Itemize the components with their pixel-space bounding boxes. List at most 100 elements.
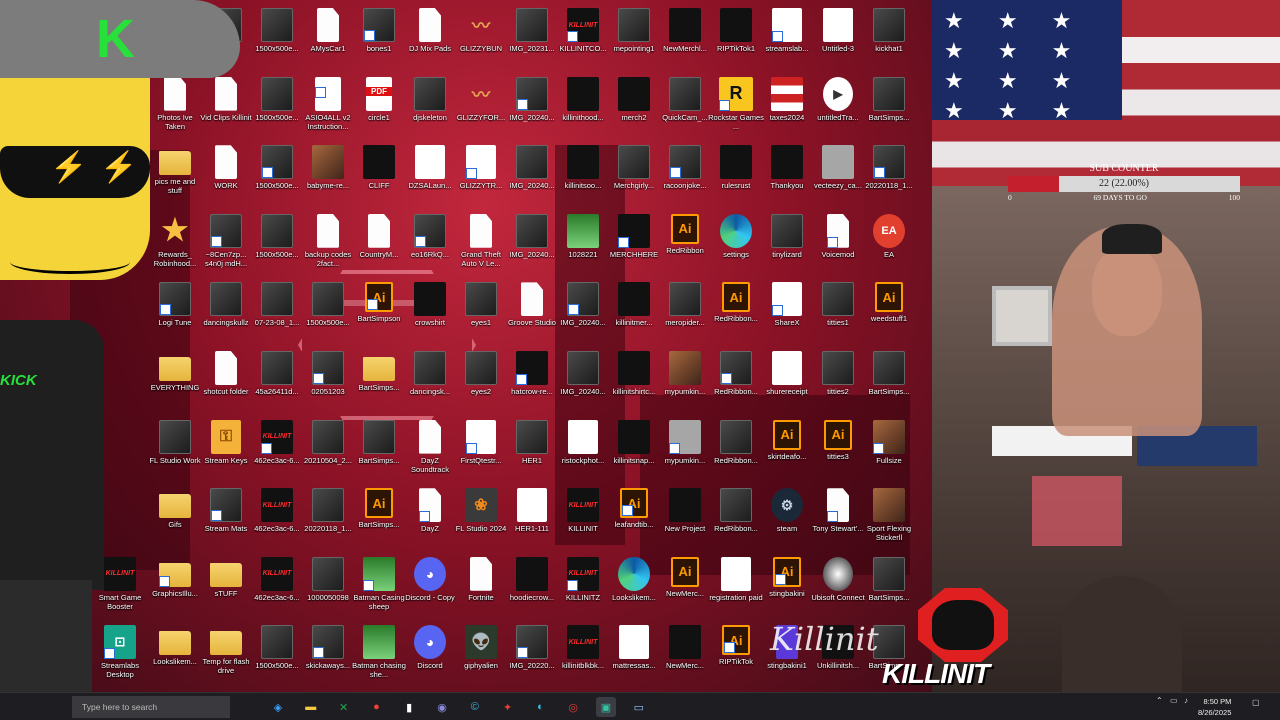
desktop-icon[interactable]: mypumkin... (660, 351, 710, 419)
desktop-icon[interactable]: NewMerchl... (660, 8, 710, 76)
desktop-icon[interactable]: djskeleton (405, 76, 455, 145)
desktop-icon[interactable]: vecteezy_ca... (813, 145, 863, 213)
desktop-icon[interactable]: bones1 (354, 8, 404, 76)
xbox-icon[interactable]: ✕ (334, 697, 354, 717)
desktop-icon[interactable]: 1500x500e... (303, 282, 353, 350)
desktop-icon[interactable]: BartSimps... (864, 351, 914, 419)
desktop-icon[interactable]: 1500x500e... (252, 8, 302, 76)
edge-icon[interactable]: ◐ (530, 697, 550, 717)
system-clock[interactable]: 8:50 PM 8/26/2025 (1198, 696, 1231, 718)
desktop-icon[interactable]: Ai titties3 (813, 419, 863, 488)
desktop-icon[interactable]: ◕ Discord (405, 625, 455, 692)
desktop-icon[interactable]: Ai leafandtib... (609, 488, 659, 556)
desktop-icon[interactable]: meropider... (660, 282, 710, 350)
desktop-icon[interactable]: IMG_20240... (558, 282, 608, 350)
desktop-icon[interactable]: racoonjoke... (660, 145, 710, 213)
desktop-icon[interactable]: 20220118_1... (864, 145, 914, 213)
desktop-icon[interactable]: Voicemod (813, 213, 863, 282)
desktop-icon[interactable]: DZSALaun... (405, 145, 455, 213)
desktop-icon[interactable]: 1500x500e... (252, 76, 302, 145)
desktop-icon[interactable]: IMG_20240... (507, 76, 557, 145)
desktop-icon[interactable]: 02051203 (303, 351, 353, 419)
record-icon[interactable]: ◎ (563, 697, 583, 717)
desktop-icon[interactable]: Thankyou (762, 145, 812, 213)
desktop-icon[interactable]: settings (711, 213, 761, 282)
desktop-icon[interactable]: eo16RkQ... (405, 213, 455, 282)
desktop-icon[interactable]: Stream Mats (201, 488, 251, 556)
desktop-icon[interactable]: ◕ Discord - Copy (405, 556, 455, 625)
desktop-icon[interactable]: 1500x500e... (252, 213, 302, 282)
desktop-icon[interactable]: Vid Clips Killinit (200, 76, 252, 145)
desktop-icon[interactable]: Tony Stewart'... (812, 488, 864, 556)
desktop-icon[interactable]: titties2 (813, 351, 863, 419)
desktop-icon[interactable]: merch2 (609, 76, 659, 145)
desktop-icon[interactable]: eyes2 (456, 351, 506, 419)
desktop-icon[interactable]: hoodiecrow... (507, 556, 557, 625)
obs-icon[interactable]: ◉ (432, 697, 452, 717)
desktop-icon[interactable]: sTUFF (201, 557, 251, 625)
desktop-icon[interactable]: kickhat1 (864, 8, 914, 76)
desktop-icon[interactable]: killinitsoo... (558, 145, 608, 213)
desktop-icon[interactable]: DayZ (405, 488, 455, 556)
desktop-icon[interactable]: Batman Casing sheep (353, 556, 405, 625)
desktop-icon[interactable]: shotcut folder (201, 351, 251, 419)
desktop-icon[interactable]: Fullsize (864, 419, 914, 488)
file-explorer-icon[interactable]: ▬ (301, 697, 321, 717)
desktop-icon[interactable]: backup codes 2fact... (303, 213, 353, 282)
desktop-icon[interactable]: EA EA (864, 213, 914, 282)
desktop-icon[interactable]: BartSimps... (354, 419, 404, 488)
desktop-icon[interactable]: mepointing1 (609, 8, 659, 76)
desktop-icon[interactable]: 07-23-08_1... (252, 282, 302, 350)
desktop-icon[interactable]: Temp for flash drive (201, 625, 251, 692)
desktop-icon[interactable]: AMysCar1 (303, 8, 353, 76)
desktop-icon[interactable]: MERCHHERE (609, 213, 659, 282)
desktop-icon[interactable]: ShareX (762, 282, 812, 350)
desktop-icon[interactable]: 1000050098 (303, 556, 353, 625)
desktop-icon[interactable]: ⚿ Stream Keys (201, 419, 251, 488)
desktop-icon[interactable]: FirstQtestr... (456, 419, 506, 488)
desktop-icon[interactable]: ❀ FL Studio 2024 (456, 488, 506, 556)
taskbar-search-box[interactable]: Type here to search (72, 696, 230, 718)
desktop-icon[interactable]: Ai weedstuff1 (864, 282, 914, 350)
streamlabs-icon[interactable]: ▣ (596, 697, 616, 717)
desktop-icon[interactable]: KILLINIT KILLINIT (558, 488, 608, 556)
document-icon[interactable]: ▮ (399, 697, 419, 717)
notification-icon[interactable]: ▢ (1252, 698, 1260, 707)
desktop-icon[interactable]: R Rockstar Games ... (708, 76, 764, 145)
ccleaner-icon[interactable]: © (465, 697, 485, 717)
desktop-icon[interactable]: Sport Flexing Stickerll (864, 488, 914, 556)
desktop-icon[interactable]: WORK (201, 145, 251, 213)
desktop-icon[interactable]: Untitled-3 (813, 8, 863, 76)
desktop-icon[interactable]: RedRibbon... (711, 419, 761, 488)
start-button[interactable] (6, 697, 26, 717)
desktop-icon[interactable]: KILLINIT KILLINITZ (558, 556, 608, 625)
desktop-icon[interactable]: QuickCam_... (660, 76, 710, 145)
desktop-icon[interactable]: Lookslikem... (609, 556, 659, 625)
desktop-icon[interactable]: shurereceipt (762, 351, 812, 419)
desktop-icon[interactable]: CLIFF (354, 145, 404, 213)
desktop-icon[interactable]: RIPTikTok1 (711, 8, 761, 76)
desktop-icon[interactable]: hatcrow-re... (507, 351, 557, 419)
desktop-icon[interactable]: Ai stingbakini (762, 556, 812, 625)
desktop-icon[interactable]: 1500x500e... (252, 625, 302, 692)
desktop-icon[interactable]: eyes1 (456, 282, 506, 350)
desktop-icon[interactable]: GLIZZYTR... (456, 145, 506, 213)
desktop-icon[interactable]: KILLINIT killinitblkbk... (558, 625, 608, 692)
desktop-icon[interactable]: killinitshirtc... (609, 351, 659, 419)
desktop-icon[interactable]: KILLINIT 462ec3ac-6... (252, 419, 302, 488)
desktop-icon[interactable]: 👽 giphyalien (456, 625, 506, 692)
desktop-icon[interactable]: BartSimps... (864, 76, 914, 145)
desktop-icon[interactable]: Ai BartSimpson (354, 282, 404, 350)
desktop-icon[interactable]: KILLINIT 462ec3ac-6... (252, 556, 302, 625)
desktop-icon[interactable]: IMG_20240... (507, 213, 557, 282)
fl-app-icon[interactable]: ✦ (498, 697, 518, 717)
desktop-icon[interactable]: 20220118_1... (303, 488, 353, 556)
desktop-icon[interactable]: skickaways... (303, 625, 353, 692)
desktop-icon[interactable]: crowshirt (405, 282, 455, 350)
monitor-icon[interactable]: ▭ (629, 697, 649, 717)
desktop-icon[interactable]: HER1-111 (507, 488, 557, 556)
desktop-icon[interactable]: BartSimps... (354, 351, 404, 419)
desktop-icon[interactable]: 〰 GLIZZYBUN (456, 8, 506, 76)
desktop-icon[interactable]: 1500x500e... (252, 145, 302, 213)
desktop-icon[interactable]: CountryM... (354, 213, 404, 282)
